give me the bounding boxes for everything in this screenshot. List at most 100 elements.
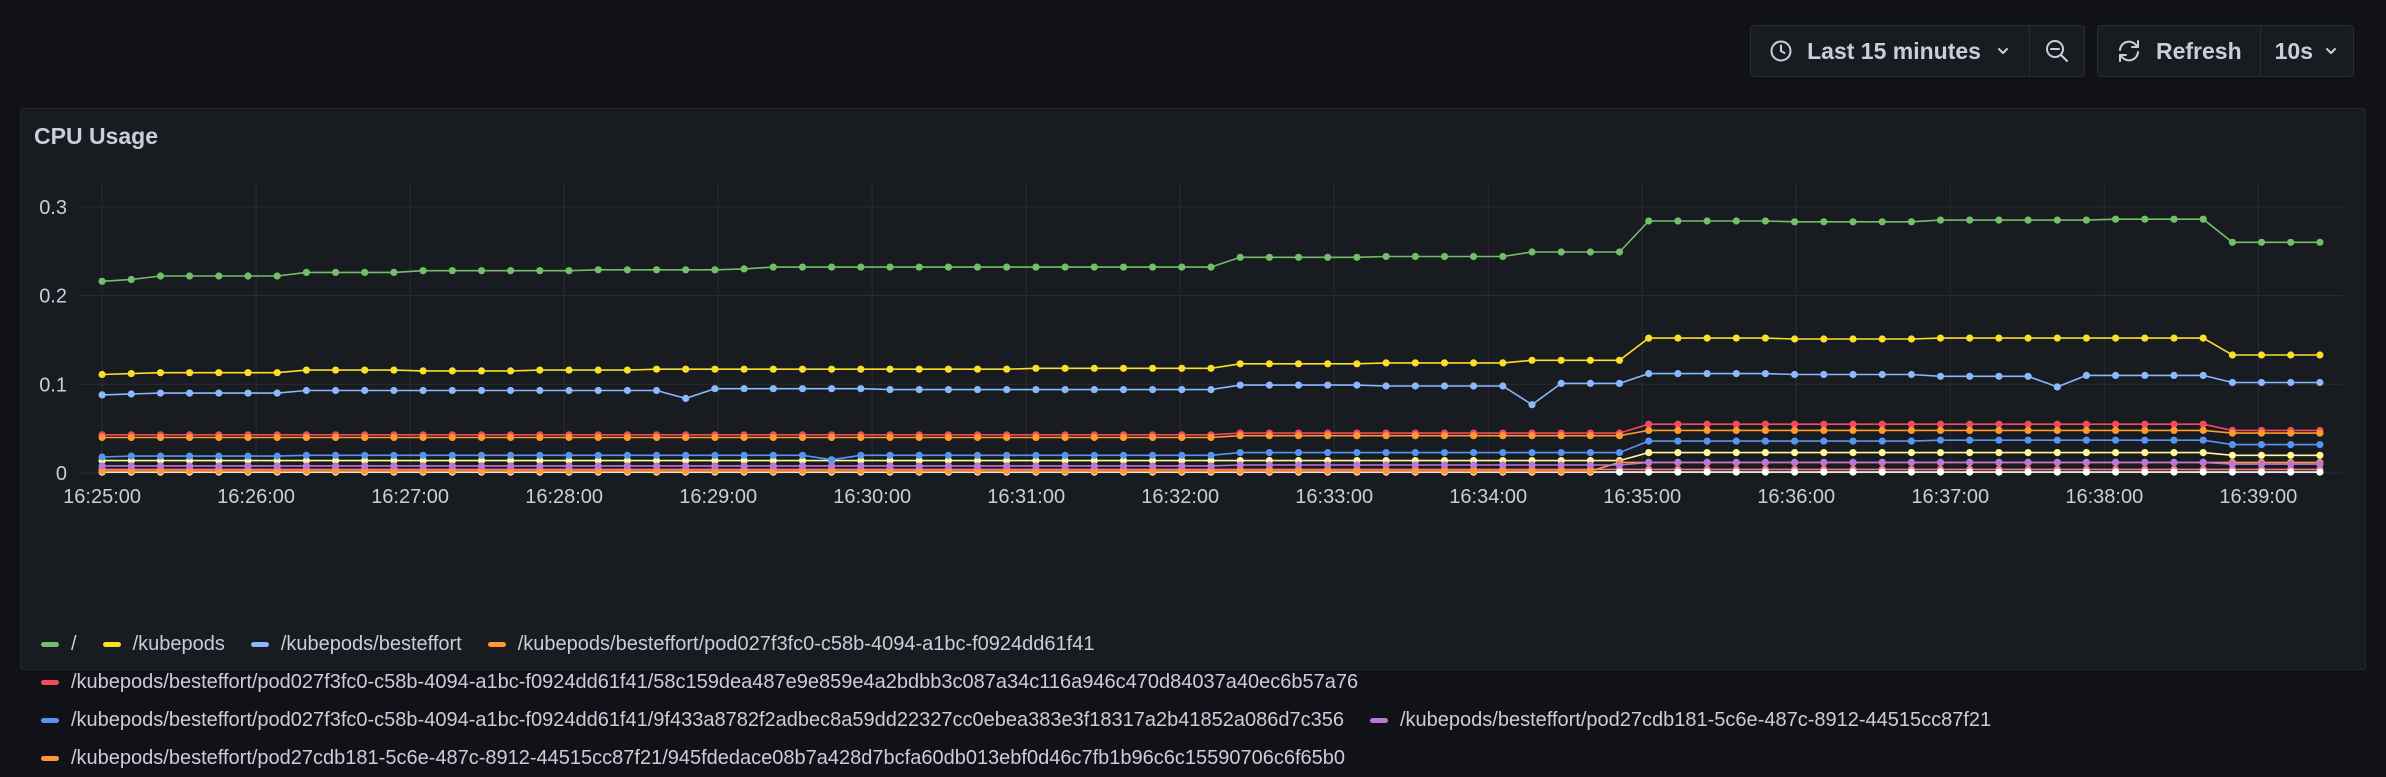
data-point bbox=[1849, 420, 1857, 428]
data-point bbox=[1820, 437, 1828, 445]
x-tick-label: 16:30:00 bbox=[833, 486, 911, 508]
data-point bbox=[2287, 238, 2295, 246]
data-point bbox=[1353, 432, 1361, 440]
data-point bbox=[1732, 334, 1740, 342]
data-point bbox=[1236, 381, 1244, 389]
data-point bbox=[886, 365, 894, 373]
data-point bbox=[1586, 432, 1594, 440]
legend-item[interactable]: /kubepods/besteffort/pod027f3fc0-c58b-40… bbox=[487, 633, 1094, 656]
data-point bbox=[1995, 468, 2003, 476]
time-range-picker-button[interactable]: Last 15 minutes bbox=[1751, 26, 2029, 76]
refresh-interval-picker[interactable]: 10s bbox=[2259, 26, 2353, 76]
data-point bbox=[332, 462, 340, 470]
x-tick-label: 16:27:00 bbox=[371, 486, 449, 508]
legend-item[interactable]: /kubepods/besteffort/pod027f3fc0-c58b-40… bbox=[41, 709, 1344, 732]
data-point bbox=[1236, 253, 1244, 261]
data-point bbox=[1936, 420, 1945, 428]
data-point bbox=[2287, 441, 2295, 449]
data-point bbox=[1207, 386, 1215, 394]
data-point bbox=[711, 462, 719, 470]
data-point bbox=[1440, 359, 1449, 367]
data-point bbox=[1265, 360, 1273, 368]
legend-item[interactable]: /kubepods/besteffort/pod27cdb181-5c6e-48… bbox=[41, 747, 1345, 770]
data-point bbox=[2024, 436, 2032, 444]
data-point bbox=[1645, 426, 1653, 434]
data-point bbox=[594, 266, 602, 274]
data-point bbox=[1499, 461, 1507, 469]
data-point bbox=[1586, 356, 1594, 364]
data-point bbox=[2053, 436, 2061, 444]
data-point bbox=[1440, 461, 1449, 469]
legend-row: / /kubepods /kubepods/besteffort /kubepo… bbox=[41, 625, 2371, 663]
legend-swatch bbox=[41, 717, 59, 723]
data-point bbox=[1149, 364, 1157, 372]
data-point bbox=[2199, 371, 2207, 379]
data-point bbox=[1849, 218, 1857, 226]
data-point bbox=[1586, 461, 1594, 469]
data-point bbox=[886, 451, 894, 459]
data-point bbox=[2170, 458, 2178, 466]
data-point bbox=[1528, 356, 1536, 364]
data-point bbox=[1353, 449, 1361, 457]
legend-swatch bbox=[1369, 717, 1388, 723]
data-point bbox=[653, 266, 661, 274]
data-point bbox=[653, 433, 661, 442]
data-point bbox=[1470, 432, 1478, 440]
data-point bbox=[769, 365, 777, 373]
data-point bbox=[302, 433, 310, 442]
data-point bbox=[273, 369, 281, 377]
data-point bbox=[1265, 253, 1273, 261]
data-point bbox=[1791, 426, 1799, 434]
data-point bbox=[1528, 461, 1536, 469]
data-point bbox=[1528, 432, 1536, 440]
data-point bbox=[886, 433, 894, 442]
data-point bbox=[828, 385, 836, 393]
legend-item[interactable]: /kubepods/besteffort/pod27cdb181-5c6e-48… bbox=[1369, 709, 1991, 732]
data-point bbox=[2199, 334, 2207, 342]
data-point bbox=[536, 462, 544, 470]
data-point bbox=[1674, 420, 1682, 428]
data-point bbox=[1149, 462, 1157, 470]
legend-swatch bbox=[41, 755, 59, 761]
data-point bbox=[127, 370, 135, 378]
data-point bbox=[1966, 436, 1974, 444]
data-point bbox=[2112, 468, 2120, 476]
data-point bbox=[915, 263, 923, 271]
data-point bbox=[1440, 467, 1449, 475]
data-point bbox=[1995, 458, 2003, 466]
zoom-out-button[interactable] bbox=[2028, 26, 2084, 76]
data-point bbox=[2170, 371, 2178, 379]
data-point bbox=[1440, 432, 1449, 440]
data-point bbox=[1674, 449, 1682, 457]
data-point bbox=[1324, 449, 1332, 457]
legend-item[interactable]: /kubepods/besteffort bbox=[250, 633, 462, 656]
data-point bbox=[1149, 433, 1157, 442]
data-point bbox=[2228, 351, 2236, 359]
data-point bbox=[1936, 426, 1945, 434]
refresh-button[interactable]: Refresh bbox=[2098, 26, 2260, 76]
data-point bbox=[1936, 216, 1945, 224]
data-point bbox=[1995, 420, 2003, 428]
data-point bbox=[1178, 451, 1186, 459]
data-point bbox=[1528, 449, 1536, 457]
data-point bbox=[1907, 370, 1915, 379]
data-point bbox=[1557, 356, 1565, 364]
data-point bbox=[1761, 458, 1769, 466]
data-point bbox=[1732, 370, 1740, 378]
data-point bbox=[2141, 468, 2149, 476]
data-point bbox=[156, 369, 165, 377]
data-point bbox=[2141, 215, 2149, 223]
data-point bbox=[127, 390, 135, 398]
data-point bbox=[1966, 426, 1974, 434]
data-point bbox=[1936, 436, 1945, 444]
data-point bbox=[1207, 263, 1215, 271]
data-point bbox=[565, 386, 573, 395]
legend-item[interactable]: /kubepods bbox=[102, 633, 225, 656]
legend-item[interactable]: / bbox=[41, 633, 77, 656]
data-point bbox=[653, 386, 661, 395]
data-point bbox=[127, 275, 135, 284]
data-point bbox=[273, 389, 281, 397]
legend-item[interactable]: /kubepods/besteffort/pod027f3fc0-c58b-40… bbox=[41, 671, 1358, 694]
data-point bbox=[332, 433, 340, 442]
data-point bbox=[361, 433, 369, 442]
